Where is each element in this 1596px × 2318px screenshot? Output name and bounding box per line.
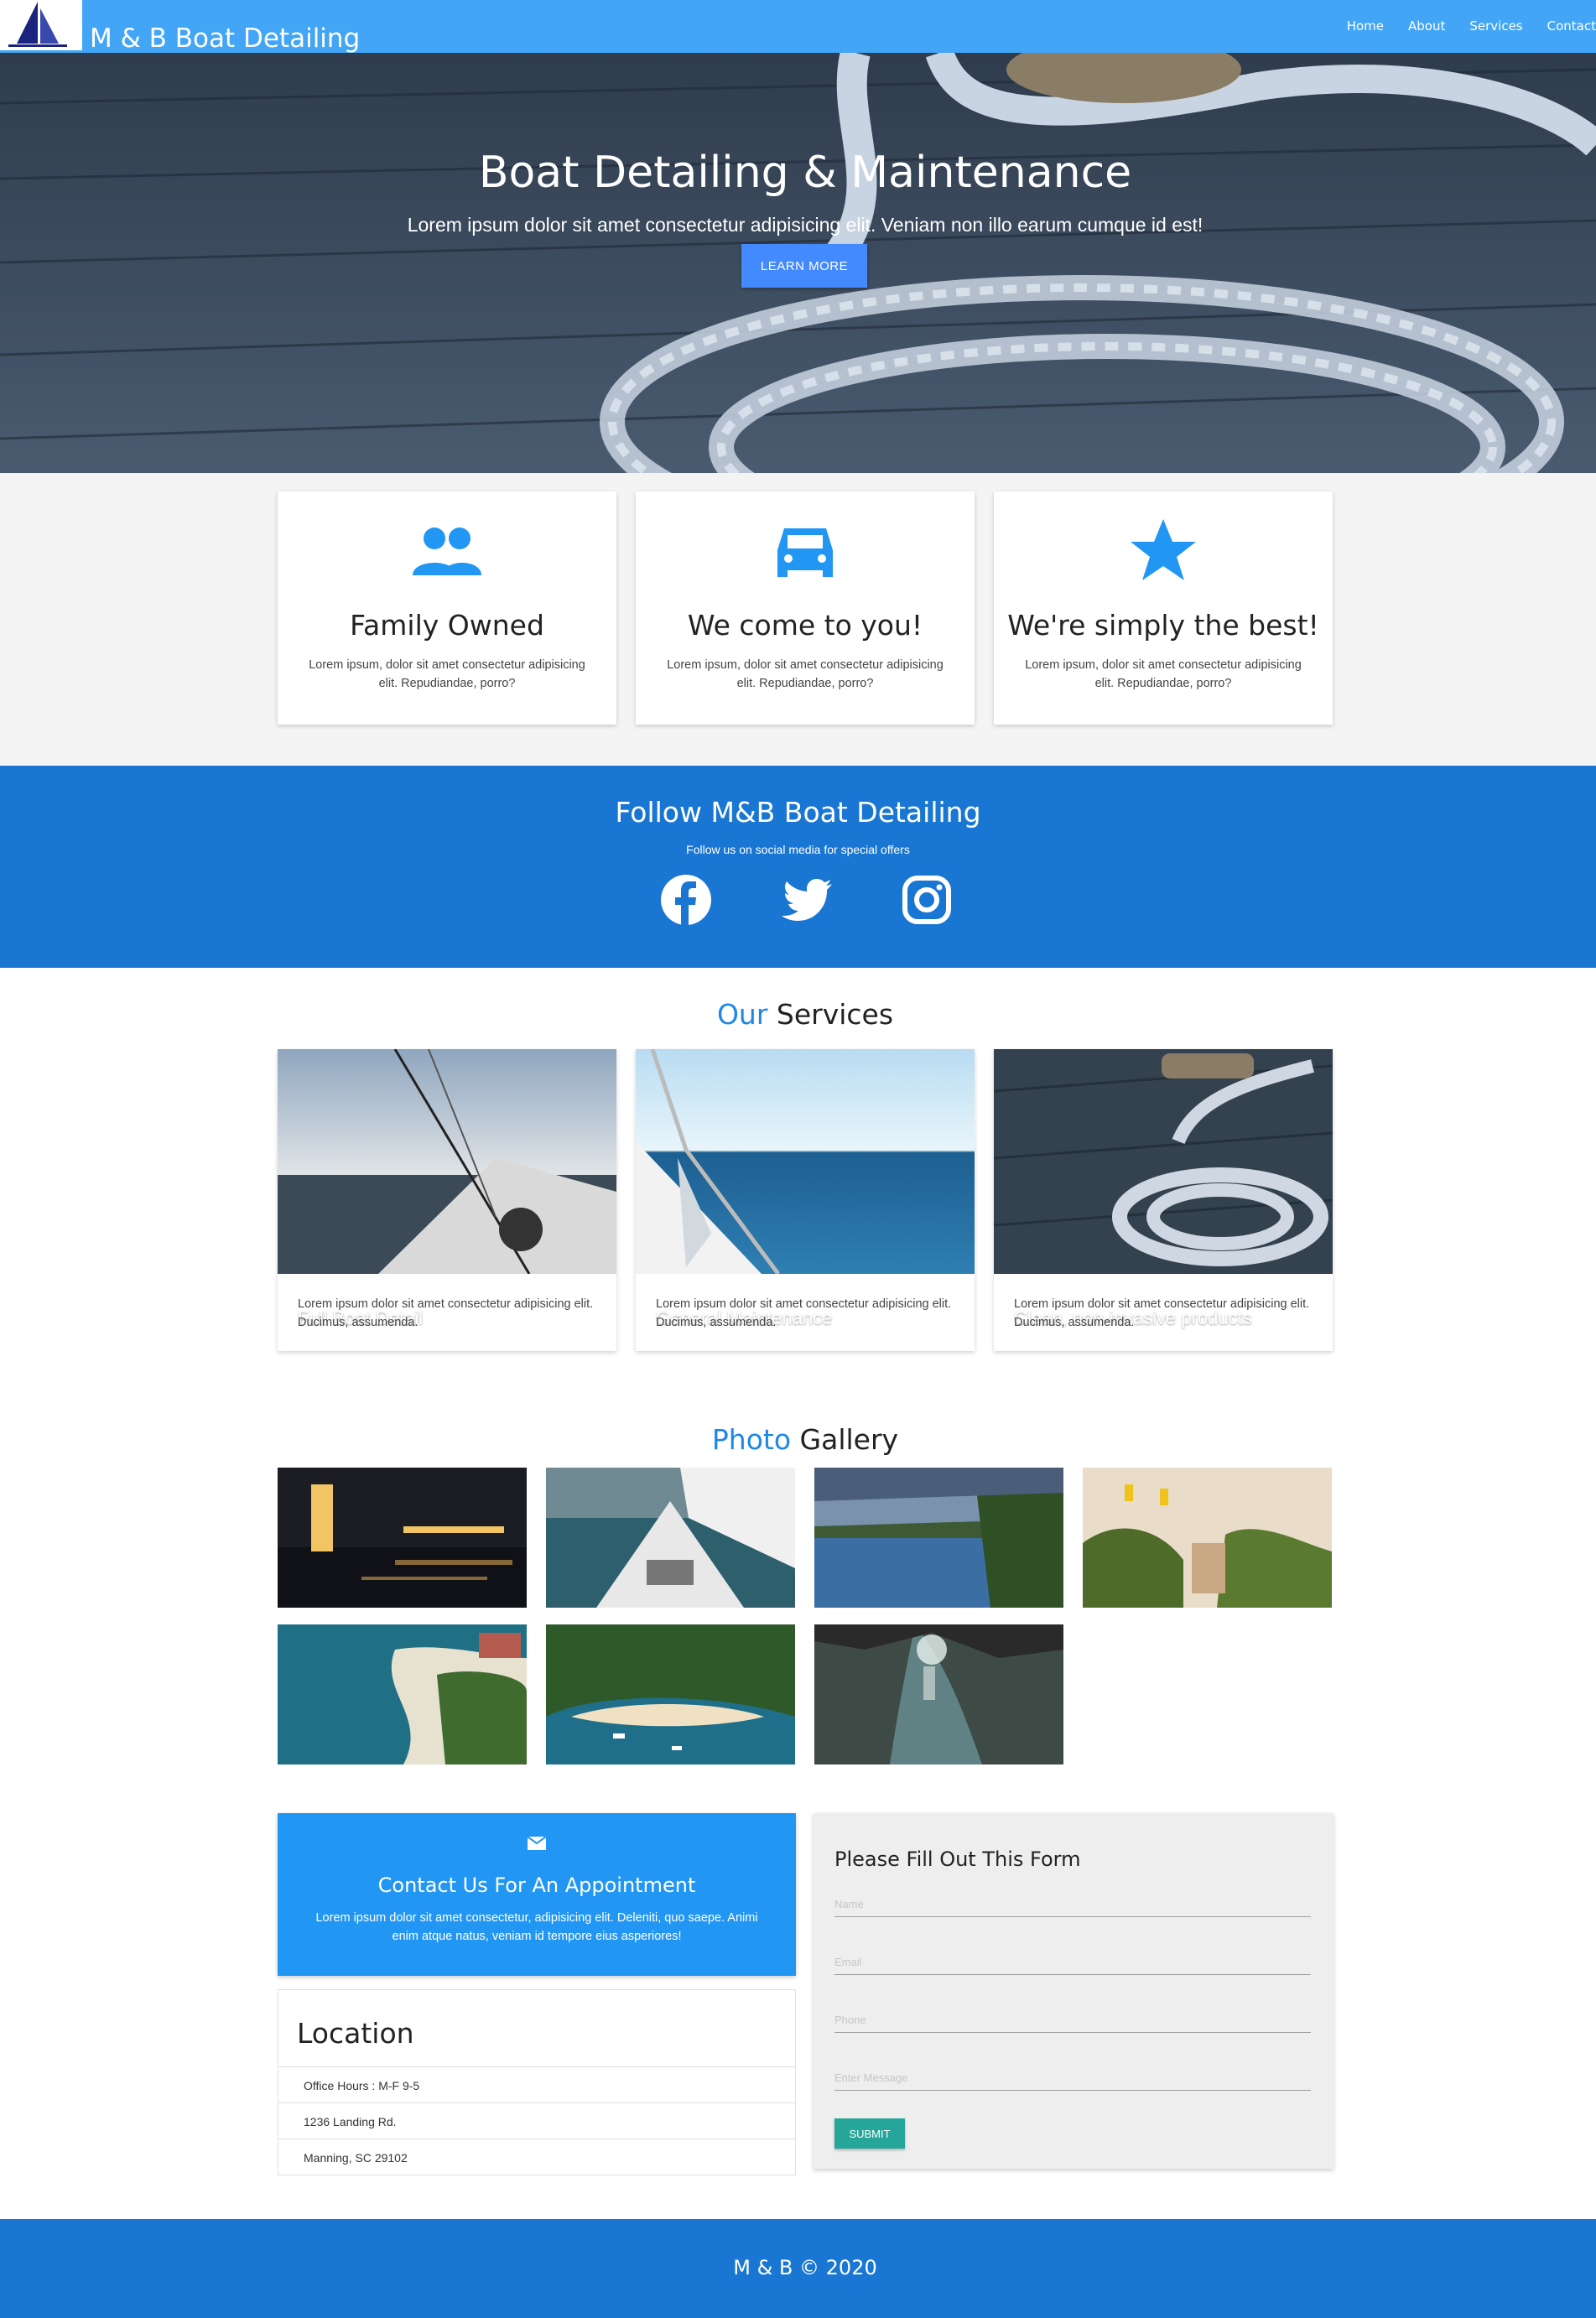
- coiled-rope-image: [994, 1049, 1333, 1274]
- message-field[interactable]: [834, 2066, 1311, 2091]
- feature-title: Family Owned: [350, 609, 544, 642]
- service-text: Lorem ipsum dolor sit amet consectetur a…: [656, 1297, 952, 1329]
- gallery-title: Photo Gallery: [0, 1423, 1596, 1456]
- gallery-image-beach-wall[interactable]: [1083, 1468, 1332, 1608]
- star-icon: [994, 517, 1333, 584]
- feature-card-best: We're simply the best! Lorem ipsum, dolo…: [994, 491, 1333, 725]
- social-icons: [0, 873, 1596, 927]
- services-title-rest: Services: [767, 998, 894, 1031]
- follow-section: Follow M&B Boat Detailing Follow us on s…: [0, 766, 1596, 968]
- people-icon: [278, 517, 616, 584]
- boat-bow-ocean-image: [636, 1049, 975, 1274]
- feature-card-travel: We come to you! Lorem ipsum, dolor sit a…: [636, 491, 975, 725]
- location-title: Location: [297, 2017, 414, 2050]
- nav-links: Home About Services Contact: [1347, 18, 1596, 34]
- feature-card-family: Family Owned Lorem ipsum, dolor sit amet…: [278, 491, 616, 725]
- twitter-icon[interactable]: [780, 873, 834, 927]
- mail-icon: [527, 1836, 547, 1854]
- hero-title: Boat Detailing & Maintenance: [478, 148, 1132, 198]
- follow-subtitle: Follow us on social media for special of…: [686, 843, 910, 856]
- nav-link-home[interactable]: Home: [1347, 18, 1384, 34]
- feature-text: Lorem ipsum, dolor sit amet consectetur …: [667, 658, 944, 690]
- form-title: Please Fill Out This Form: [834, 1848, 1081, 1871]
- sailboat-deck-image: [278, 1049, 616, 1274]
- contact-text: Lorem ipsum dolor sit amet consectetur, …: [315, 1911, 758, 1943]
- gallery-title-rest: Gallery: [791, 1423, 899, 1456]
- nav-link-contact[interactable]: Contact: [1547, 18, 1596, 34]
- sailboat-logo-icon[interactable]: [0, 0, 82, 50]
- gallery-image-sailboat-bow[interactable]: [546, 1468, 795, 1608]
- footer: M & B © 2020: [0, 2219, 1596, 2318]
- nav-link-about[interactable]: About: [1408, 18, 1445, 34]
- service-text: Lorem ipsum dolor sit amet consectetur a…: [298, 1297, 594, 1329]
- contact-card: Contact Us For An Appointment Lorem ipsu…: [278, 1813, 796, 1976]
- feature-text: Lorem ipsum, dolor sit amet consectetur …: [309, 658, 585, 690]
- name-field[interactable]: [834, 1892, 1311, 1917]
- phone-field[interactable]: [834, 2008, 1311, 2033]
- feature-title: We're simply the best!: [1007, 609, 1319, 642]
- contact-title: Contact Us For An Appointment: [377, 1874, 696, 1897]
- service-card-maintenance[interactable]: General Maintenance Lorem ipsum dolor si…: [636, 1049, 975, 1351]
- feature-title: We come to you!: [687, 609, 923, 642]
- car-icon: [636, 517, 975, 584]
- location-card: Location Office Hours : M-F 9-5 1236 Lan…: [278, 1989, 796, 2175]
- services-title-accent: Our: [716, 998, 768, 1031]
- nav-link-services[interactable]: Services: [1469, 18, 1522, 34]
- hero-subtitle: Lorem ipsum dolor sit amet consectetur a…: [407, 214, 1203, 236]
- learn-more-button[interactable]: LEARN MORE: [741, 244, 867, 288]
- follow-title: Follow M&B Boat Detailing: [615, 796, 981, 829]
- service-card-full-detail[interactable]: Full Boat Detail Lorem ipsum dolor sit a…: [278, 1049, 616, 1351]
- gallery-title-accent: Photo: [711, 1423, 792, 1456]
- feature-text: Lorem ipsum, dolor sit amet consectetur …: [1025, 658, 1302, 690]
- features-section: Family Owned Lorem ipsum, dolor sit amet…: [0, 473, 1596, 766]
- footer-copyright: M & B © 2020: [733, 2256, 877, 2279]
- gallery-image-underwater-diver[interactable]: [814, 1624, 1063, 1764]
- gallery-image-lake[interactable]: [814, 1468, 1063, 1608]
- appointment-form: Please Fill Out This Form SUBMIT: [814, 1813, 1333, 2169]
- service-card-products[interactable]: Clean, non-invasive products Lorem ipsum…: [994, 1049, 1333, 1351]
- location-street: 1236 Landing Rd.: [278, 2102, 795, 2139]
- gallery-image-island-aerial[interactable]: [278, 1624, 527, 1764]
- navbar: M & B Boat Detailing Home About Services…: [0, 0, 1596, 54]
- hero-section: Boat Detailing & Maintenance Lorem ipsum…: [0, 53, 1596, 473]
- location-hours: Office Hours : M-F 9-5: [278, 2066, 795, 2102]
- services-title: Our Services: [0, 998, 1596, 1031]
- facebook-icon[interactable]: [659, 873, 713, 927]
- gallery-image-cove-beach[interactable]: [546, 1624, 795, 1764]
- instagram-icon[interactable]: [900, 873, 954, 927]
- email-field[interactable]: [834, 1950, 1311, 1975]
- service-text: Lorem ipsum dolor sit amet consectetur a…: [1014, 1297, 1310, 1329]
- brand-title[interactable]: M & B Boat Detailing: [90, 23, 360, 54]
- location-city: Manning, SC 29102: [278, 2139, 795, 2175]
- submit-button[interactable]: SUBMIT: [834, 2118, 905, 2149]
- gallery-image-night-city[interactable]: [278, 1468, 527, 1608]
